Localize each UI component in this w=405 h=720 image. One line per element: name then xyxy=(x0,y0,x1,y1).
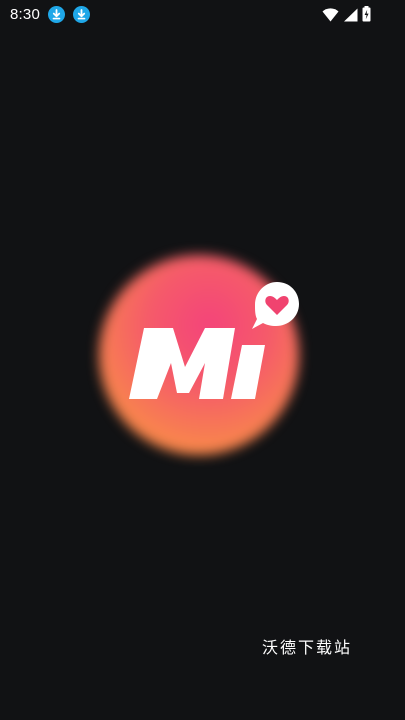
logo-letter-i xyxy=(231,345,265,399)
download-icon xyxy=(73,5,90,23)
battery-charging-icon xyxy=(362,6,371,26)
signal-icon xyxy=(343,7,358,26)
watermark-text: 沃德下载站 xyxy=(262,638,353,657)
wifi-icon xyxy=(322,7,339,26)
app-logo xyxy=(95,253,310,468)
logo-letter-m xyxy=(129,328,235,399)
splash-screen: 8:30 沃德下载站 xyxy=(0,0,405,720)
status-time: 8:30 xyxy=(10,5,40,23)
download-icon xyxy=(48,5,65,23)
status-bar: 8:30 xyxy=(0,0,405,28)
system-status-icons xyxy=(322,6,371,26)
heart-chat-bubble-icon xyxy=(252,282,299,329)
logo-mark xyxy=(129,282,299,399)
